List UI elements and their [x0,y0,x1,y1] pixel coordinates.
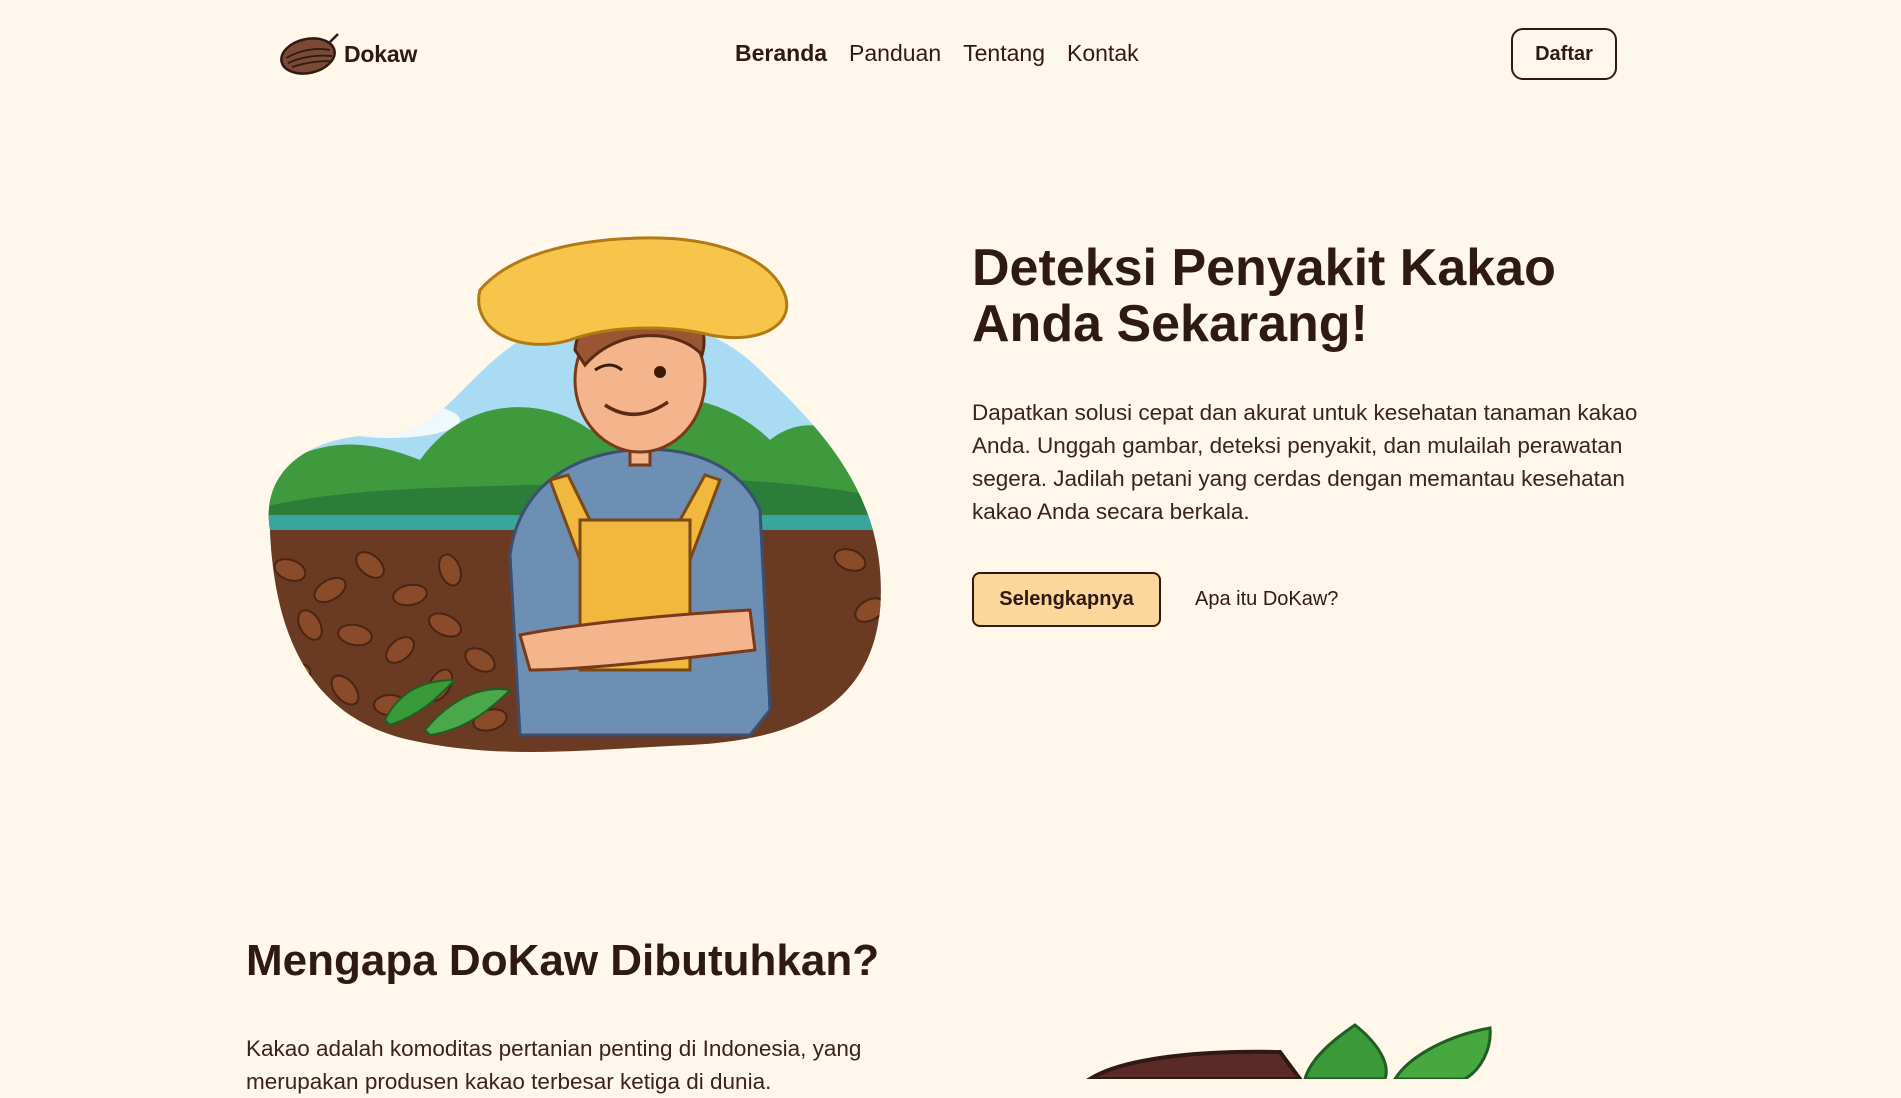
farmer-illustration [268,236,881,752]
nav-item-kontak[interactable]: Kontak [1067,40,1139,67]
hero-title: Deteksi Penyakit Kakao Anda Sekarang! [972,239,1556,353]
brand-name: Dokaw [344,40,418,67]
register-button[interactable]: Daftar [1511,28,1617,80]
why-section-title: Mengapa DoKaw Dibutuhkan? [246,936,880,985]
brand-logo[interactable]: Dokaw [278,32,417,76]
why-section-description: Kakao adalah komoditas pertanian penting… [246,1036,862,1094]
hero-description: Dapatkan solusi cepat dan akurat untuk k… [972,400,1638,524]
learn-more-button[interactable]: Selengkapnya [972,572,1161,627]
what-is-dokaw-link[interactable]: Apa itu DoKaw? [1195,588,1338,611]
cocoa-pod-illustration [1086,1023,1492,1079]
nav-item-tentang[interactable]: Tentang [963,40,1045,67]
cocoa-pod-icon [280,33,339,75]
nav-item-panduan[interactable]: Panduan [849,40,941,67]
main-nav: Beranda Panduan Tentang Kontak [735,40,1139,67]
nav-item-beranda[interactable]: Beranda [735,40,827,67]
